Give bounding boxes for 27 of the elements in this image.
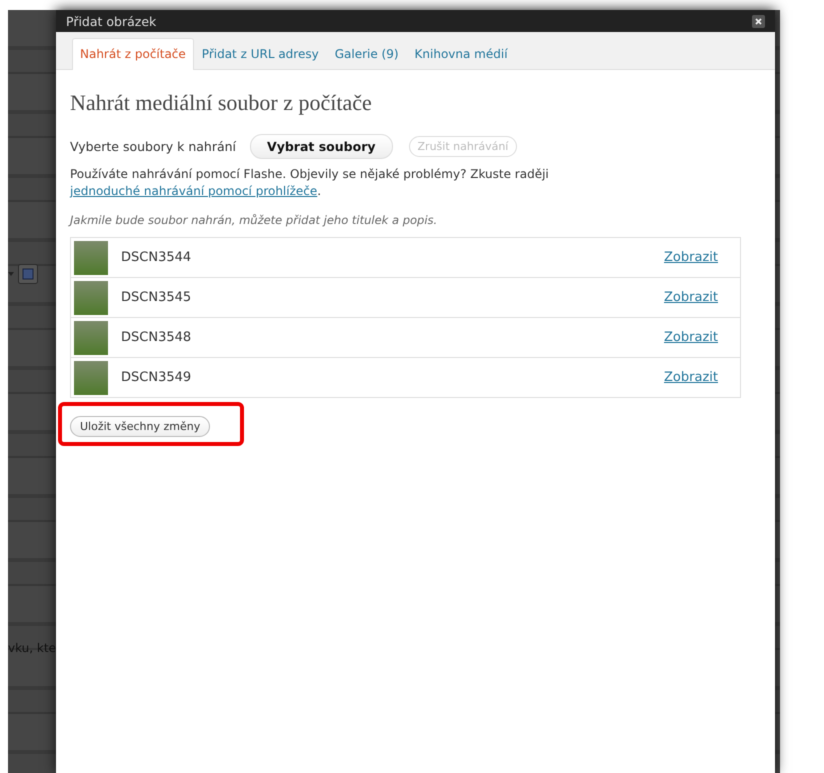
photo-placeholder <box>74 280 108 314</box>
dialog-title: Přidat obrázek <box>66 14 156 28</box>
show-link[interactable]: Zobrazit <box>664 250 718 265</box>
square-icon <box>18 264 38 284</box>
tab[interactable]: Knihovna médií <box>406 38 516 70</box>
browser-upload-link[interactable]: jednoduché nahrávání pomocí prohlížeče <box>70 184 318 198</box>
dropdown-arrow-icon <box>8 272 14 276</box>
file-name: DSCN3544 <box>121 250 192 265</box>
file-name: DSCN3549 <box>121 370 192 385</box>
photo-placeholder <box>74 360 108 394</box>
show-link[interactable]: Zobrazit <box>664 290 718 305</box>
close-icon[interactable] <box>752 14 765 28</box>
select-files-button[interactable]: Vybrat soubory <box>250 134 393 159</box>
upload-label: Vyberte soubory k nahrání <box>70 139 236 154</box>
flash-notice: Používáte nahrávání pomocí Flashe. Objevily se nějaké problémy? Zkuste raději jednoduché nahrávání pomocí prohlížeče. <box>70 166 550 200</box>
photo-placeholder <box>74 240 108 274</box>
show-link[interactable]: Zobrazit <box>664 330 718 345</box>
tab[interactable]: Nahrát z počítače <box>72 38 194 70</box>
file-name: DSCN3545 <box>121 290 192 305</box>
upload-hint: Jakmile bude soubor nahrán, můžete přidat jeho titulek a popis. <box>70 213 438 227</box>
show-link[interactable]: Zobrazit <box>664 370 718 385</box>
tab[interactable]: Galerie (9) <box>326 38 407 70</box>
file-name: DSCN3548 <box>121 330 192 345</box>
photo-placeholder <box>74 320 108 354</box>
tab[interactable]: Přidat z URL adresy <box>194 38 327 70</box>
heading: Nahrát mediální soubor z počítače <box>70 90 373 116</box>
save-all-button[interactable]: Uložit všechny změny <box>70 416 210 437</box>
